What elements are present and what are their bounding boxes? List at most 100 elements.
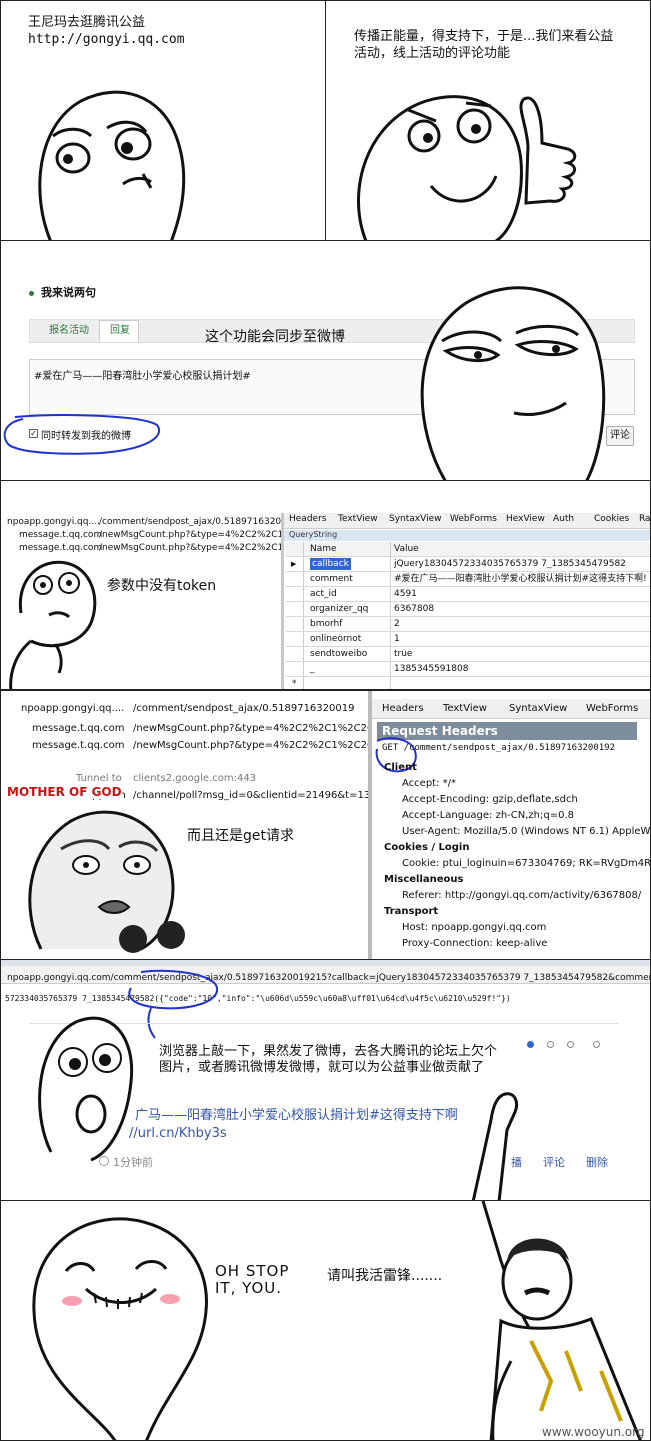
param-row[interactable]: act_id 4591 [286, 587, 650, 602]
oh-stop-it-speech: OH STOP IT, YOU. [215, 1262, 290, 1297]
carousel-dot-active[interactable] [527, 1041, 534, 1048]
param-row[interactable]: organizer_qq 6367808 [286, 602, 650, 617]
header-line: Proxy-Connection: keep-alive [402, 938, 548, 949]
request-path[interactable]: /comment/sendpost_ajax/0.5189716320019 [133, 703, 354, 714]
weibo-link[interactable]: //url.cn/Khby3s [129, 1126, 227, 1141]
param-name: _ [310, 664, 315, 674]
tab-auth[interactable]: Auth [553, 514, 574, 524]
section-transport[interactable]: Transport [384, 906, 438, 917]
tab-headers[interactable]: Headers [382, 703, 424, 714]
current-row-arrow-icon: ▶ [291, 560, 297, 568]
param-value: 2 [394, 619, 400, 629]
request-host[interactable]: message.t.qq.com [19, 530, 102, 540]
param-value: 1385345591808 [394, 664, 469, 674]
panel-6: npoapp.gongyi.qq.com/comment/sendpost_aj… [0, 959, 651, 1201]
panel1-caption-line2: http://gongyi.qq.com [28, 32, 185, 47]
tab-webforms[interactable]: WebForms [586, 703, 638, 714]
happy-thumbs-up-drawing [357, 95, 577, 240]
param-value: 4591 [394, 589, 417, 599]
panel6-caption: 浏览器上敲一下，果然发了微博，去各大腾讯的论坛上欠个图片，或者腾讯微博发微博，就… [159, 1044, 498, 1075]
param-name: act_id [310, 589, 337, 599]
new-row-marker: * [292, 679, 297, 689]
request-host[interactable]: message.t.qq.com [32, 740, 124, 751]
grid-header-row: Name Value [286, 542, 650, 557]
request-path[interactable]: /newMsgCount.php?&type=4%2C2%2C1%2C2C [133, 723, 374, 734]
address-bar-url: npoapp.gongyi.qq.com/comment/sendpost_aj… [7, 973, 651, 983]
tab-textview[interactable]: TextView [338, 514, 378, 524]
param-value: jQuery18304572334035765379 7_13853454795… [394, 559, 626, 569]
section-cookies-login[interactable]: Cookies / Login [384, 842, 469, 853]
param-name: bmorhf [310, 619, 343, 629]
victory-pose-drawing [481, 1201, 642, 1440]
tab-cookies[interactable]: Cookies [594, 514, 629, 524]
raised-arm-drawing [471, 1092, 519, 1200]
panel5-caption: 而且还是get请求 [187, 828, 294, 844]
param-name: callback [310, 558, 351, 570]
param-row[interactable]: _ 1385345591808 [286, 662, 650, 677]
param-name: onlineornot [310, 634, 362, 644]
smug-face-drawing [420, 286, 606, 480]
panel-3: 我来说两句 报名活动 回复 这个功能会同步至微博 #爱在广马——阳春湾肚小学爱心… [0, 240, 651, 481]
col-value-header: Value [394, 544, 419, 554]
delete-button[interactable]: 删除 [586, 1154, 608, 1170]
section-client[interactable]: Client [384, 762, 417, 773]
meme-text: MOTHER OF GOD [7, 785, 122, 799]
weibo-text: 广马——阳春湾肚小学爱心校服认捐计划#这得支持下啊 [135, 1108, 458, 1123]
new-row[interactable]: * [286, 677, 650, 689]
tab-register-activity[interactable]: 报名活动 [49, 320, 89, 342]
request-host[interactable]: message.t.qq.com [19, 543, 102, 553]
col-name-header: Name [310, 544, 337, 554]
querystring-label: QueryString [289, 530, 338, 539]
param-row[interactable]: sendtoweibo true [286, 647, 650, 662]
surprised-face-drawing [38, 1016, 134, 1162]
request-host[interactable]: Tunnel to [76, 773, 122, 784]
param-row[interactable]: ▶ callback jQuery18304572334035765379 7_… [286, 557, 650, 572]
panel-4: npoapp.gongyi.qq.... /comment/sendpost_a… [0, 480, 651, 690]
panel-7: OH STOP IT, YOU. 请叫我活雷锋....... www.wooyu… [0, 1200, 651, 1441]
tab-syntaxview[interactable]: SyntaxView [389, 514, 441, 524]
header-line: Cookie: ptui_loginuin=673304769; RK=RVgD… [402, 858, 651, 869]
panel7-caption: 请叫我活雷锋....... [327, 1268, 443, 1284]
tab-webforms[interactable]: WebForms [450, 514, 497, 524]
request-host[interactable]: message.t.qq.com [32, 723, 124, 734]
worried-face-drawing [38, 90, 186, 240]
section-title: 我来说两句 [41, 286, 96, 299]
request-host[interactable]: npoapp.gongyi.qq.... [7, 517, 100, 527]
header-line: Host: npoapp.gongyi.qq.com [402, 922, 547, 933]
request-path[interactable]: clients2.google.com:443 [133, 773, 256, 784]
param-row[interactable]: bmorhf 2 [286, 617, 650, 632]
panel-1: 王尼玛去逛腾讯公益 http://gongyi.qq.com [0, 0, 326, 241]
tab-textview[interactable]: TextView [443, 703, 487, 714]
param-name: organizer_qq [310, 604, 369, 614]
tab-headers[interactable]: Headers [289, 514, 326, 524]
panel-2: 传播正能量，得支持下，于是...我们来看公益活动，线上活动的评论功能 [325, 0, 651, 241]
carousel-dot[interactable] [567, 1041, 574, 1048]
tab-hexview[interactable]: HexView [506, 514, 545, 524]
param-row[interactable]: onlineornot 1 [286, 632, 650, 647]
param-value: 1 [394, 634, 400, 644]
param-value: true [394, 649, 413, 659]
thinking-face-drawing [9, 560, 97, 689]
tab-syntaxview[interactable]: SyntaxView [509, 703, 567, 714]
section-miscellaneous[interactable]: Miscellaneous [384, 874, 464, 885]
panel-5: npoapp.gongyi.qq.... /comment/sendpost_a… [0, 690, 651, 960]
comment-button[interactable]: 评论 [543, 1154, 565, 1170]
carousel-dot[interactable] [547, 1041, 554, 1048]
request-path[interactable]: /newMsgCount.php?&type=4%2C2%2C1%2C2C [133, 740, 374, 751]
panel1-caption-line1: 王尼玛去逛腾讯公益 [28, 15, 146, 30]
header-line: Accept-Language: zh-CN,zh;q=0.8 [402, 810, 575, 821]
request-host[interactable]: npoapp.gongyi.qq.... [21, 703, 124, 714]
header-line: Referer: http://gongyi.qq.com/activity/6… [402, 890, 642, 901]
watermark: www.wooyun.org [542, 1425, 645, 1439]
tab-reply-label: 回复 [110, 325, 130, 336]
comment-text: #爱在广马——阳春湾肚小学爱心校服认捐计划# [34, 371, 251, 382]
param-name: sendtoweibo [310, 649, 368, 659]
carousel-dot[interactable] [593, 1041, 600, 1048]
panel2-caption: 传播正能量，得支持下，于是...我们来看公益活动，线上活动的评论功能 [354, 29, 614, 61]
blue-circle-annotation [3, 414, 161, 455]
header-line: Accept-Encoding: gzip,deflate,sdch [402, 794, 578, 805]
param-row[interactable]: comment #爱在广马——阳春湾肚小学爱心校服认捐计划#这得支持下啊! [286, 572, 650, 587]
green-bullet-icon [29, 291, 34, 296]
tab-raw[interactable]: Raw [639, 514, 650, 524]
panel3-caption: 这个功能会同步至微博 [205, 329, 345, 345]
